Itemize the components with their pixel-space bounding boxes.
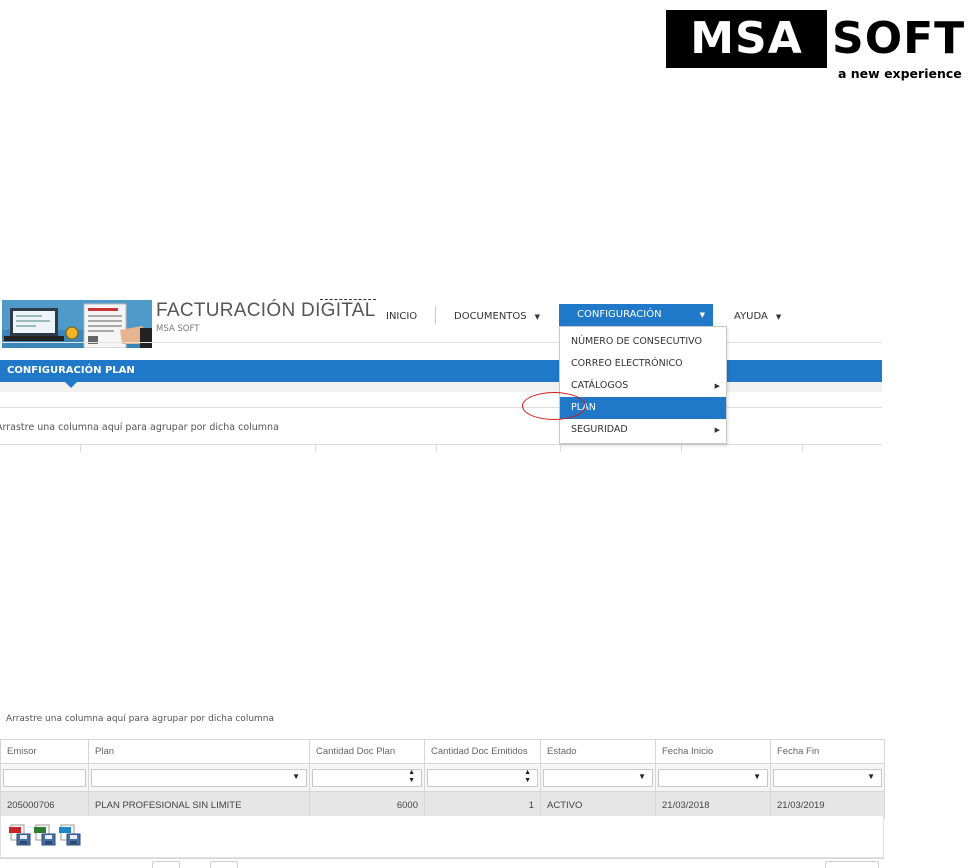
column-header-estado[interactable]: Estado [540, 739, 656, 764]
logo-tagline: a new experience [838, 66, 962, 81]
group-panel-hint: Arrastre una columna aquí para agrupar p… [0, 422, 283, 433]
grid-column-divider [560, 444, 561, 452]
nav-divider [435, 306, 436, 324]
grid-column-divider [681, 444, 682, 452]
grid-header-row: Emisor Plan Cantidad Doc Plan Cantidad D… [0, 739, 885, 764]
header-divider [0, 342, 882, 343]
app-subtitle: MSA SOFT [156, 324, 200, 334]
page-size-select[interactable] [825, 861, 879, 868]
cell-fecha-inicio: 21/03/2018 [655, 791, 771, 819]
column-header-cantidad-doc-plan[interactable]: Cantidad Doc Plan [309, 739, 425, 764]
column-header-emisor[interactable]: Emisor [0, 739, 89, 764]
nav-documentos[interactable]: DOCUMENTOS ▼ [454, 307, 540, 327]
caret-down-icon: ▼ [775, 313, 782, 321]
grid-column-divider [802, 444, 803, 452]
menu-item-label: CATÁLOGOS [571, 380, 629, 391]
spinner-arrows-icon[interactable]: ▲ ▼ [408, 769, 415, 785]
nav-documentos-label: DOCUMENTOS [454, 311, 527, 322]
filter-cantidad-plan-spinner[interactable]: ▲ ▼ [312, 768, 422, 787]
dropdown-arrow-icon: ▼ [638, 771, 646, 781]
section-title-bar: CONFIGURACIÓN PLAN [0, 360, 882, 382]
logo-soft-text: SOFT [832, 13, 966, 64]
dropdown-arrow-icon: ▼ [292, 771, 300, 781]
pager-border [0, 858, 884, 859]
group-panel-hint: Arrastre una columna aquí para agrupar p… [6, 714, 275, 724]
pager-next-button[interactable] [210, 861, 238, 868]
submenu-arrow-icon: ▶ [714, 426, 720, 434]
title-dashed-line [320, 299, 376, 300]
section-shadow [0, 382, 882, 392]
submenu-arrow-icon: ▶ [714, 382, 720, 390]
group-panel-border [0, 407, 882, 408]
logo-msa-text: MSA [666, 10, 827, 68]
grid-header-border [0, 444, 882, 445]
nav-configuracion[interactable]: CONFIGURACIÓN ▼ [559, 304, 713, 326]
cell-fecha-fin: 21/03/2019 [770, 791, 885, 819]
menu-item-seguridad[interactable]: SEGURIDAD ▶ [560, 419, 726, 441]
cell-estado: ACTIVO [540, 791, 656, 819]
filter-emisor-input[interactable] [3, 768, 86, 787]
caret-down-icon: ▼ [699, 311, 705, 319]
column-header-fecha-inicio[interactable]: Fecha Inicio [655, 739, 771, 764]
plan-grid: Emisor Plan Cantidad Doc Plan Cantidad D… [0, 739, 885, 819]
filter-cantidad-emitidos-spinner[interactable]: ▲ ▼ [427, 768, 538, 787]
menu-item-label: CORREO ELECTRÓNICO [571, 358, 683, 369]
filter-fecha-fin-select[interactable]: ▼ [773, 768, 882, 787]
menu-item-catalogos[interactable]: CATÁLOGOS ▶ [560, 375, 726, 397]
pager-prev-button[interactable] [152, 861, 180, 868]
grid-column-divider [436, 444, 437, 452]
column-header-plan[interactable]: Plan [88, 739, 310, 764]
nav-inicio[interactable]: INICIO [386, 307, 417, 327]
app-menu-screenshot: FACTURACIÓN DIGITAL MSA SOFT INICIO DOCU… [0, 296, 882, 456]
msa-soft-logo: MSA SOFT a new experience [666, 10, 966, 82]
column-header-fecha-fin[interactable]: Fecha Fin [770, 739, 885, 764]
menu-item-numero-consecutivo[interactable]: NÚMERO DE CONSECUTIVO [560, 331, 726, 353]
highlight-circle [522, 392, 586, 420]
menu-item-correo-electronico[interactable]: CORREO ELECTRÓNICO [560, 353, 726, 375]
header-illustration [2, 300, 152, 348]
export-toolbar [0, 816, 884, 858]
app-title: FACTURACIÓN DIGITAL [156, 300, 376, 321]
table-row[interactable]: 205000706 PLAN PROFESIONAL SIN LIMITE 60… [0, 791, 885, 819]
spinner-arrows-icon[interactable]: ▲ ▼ [524, 769, 531, 785]
grid-column-divider [80, 444, 81, 452]
cell-cantidad-plan: 6000 [309, 791, 425, 819]
menu-item-label: SEGURIDAD [571, 424, 628, 435]
column-header-cantidad-doc-emitidos[interactable]: Cantidad Doc Emitidos [424, 739, 541, 764]
menu-item-label: NÚMERO DE CONSECUTIVO [571, 336, 702, 347]
configuracion-dropdown-menu: NÚMERO DE CONSECUTIVO CORREO ELECTRÓNICO… [559, 326, 727, 444]
grid-column-divider [315, 444, 316, 452]
section-pointer [65, 382, 77, 388]
nav-ayuda-label: AYUDA [734, 311, 768, 322]
cell-emisor: 205000706 [0, 791, 89, 819]
cell-plan: PLAN PROFESIONAL SIN LIMITE [88, 791, 310, 819]
grid-filter-row: ▼ ▲ ▼ ▲ ▼ ▼ ▼ ▼ [0, 763, 885, 792]
pdf-export-icon[interactable] [9, 824, 31, 846]
filter-plan-select[interactable]: ▼ [91, 768, 307, 787]
xls-export-icon[interactable] [34, 824, 56, 846]
nav-configuracion-label: CONFIGURACIÓN [577, 309, 662, 320]
cell-cantidad-emitidos: 1 [424, 791, 541, 819]
dropdown-arrow-icon: ▼ [753, 771, 761, 781]
group-hint-text: Arrastre una columna aquí para agrupar p… [0, 422, 279, 433]
csv-export-icon[interactable] [59, 824, 81, 846]
dropdown-arrow-icon: ▼ [867, 771, 875, 781]
caret-down-icon: ▼ [534, 313, 541, 321]
nav-ayuda[interactable]: AYUDA ▼ [734, 307, 781, 327]
filter-estado-select[interactable]: ▼ [543, 768, 653, 787]
filter-fecha-inicio-select[interactable]: ▼ [658, 768, 768, 787]
